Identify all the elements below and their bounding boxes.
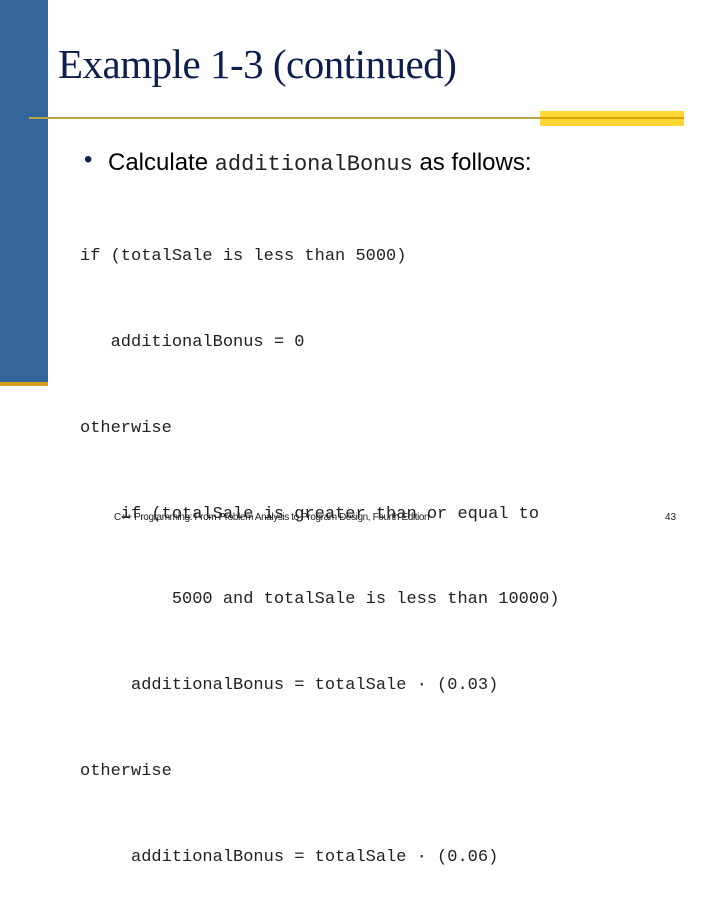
left-bar-accent: [0, 382, 48, 386]
title-divider: [29, 117, 541, 119]
pseudocode-block: if (totalSale is less than 5000) additio…: [80, 186, 559, 901]
slide-title: Example 1-3 (continued): [58, 41, 457, 87]
title-accent-bar: [540, 111, 684, 126]
bullet-suffix: as follows:: [419, 149, 532, 176]
bullet-prefix: Calculate: [108, 149, 209, 176]
page-number: 43: [665, 512, 677, 523]
code-line: otherwise: [80, 418, 172, 438]
code-line: additionalBonus = totalSale · (0.06): [80, 847, 499, 867]
code-line: if (totalSale is less than 5000): [80, 247, 407, 267]
bullet-code-term: additionalBonus: [214, 152, 413, 177]
left-decorative-bar: [0, 0, 48, 382]
slide-footer: C++ Programming: From Problem Analysis t…: [114, 512, 430, 523]
bullet-point: Calculate additionalBonus as follows:: [86, 149, 532, 177]
code-line: additionalBonus = 0: [80, 332, 305, 352]
code-line: otherwise: [80, 761, 172, 781]
code-line: 5000 and totalSale is less than 10000): [80, 590, 560, 610]
code-line: additionalBonus = totalSale · (0.03): [80, 676, 499, 696]
